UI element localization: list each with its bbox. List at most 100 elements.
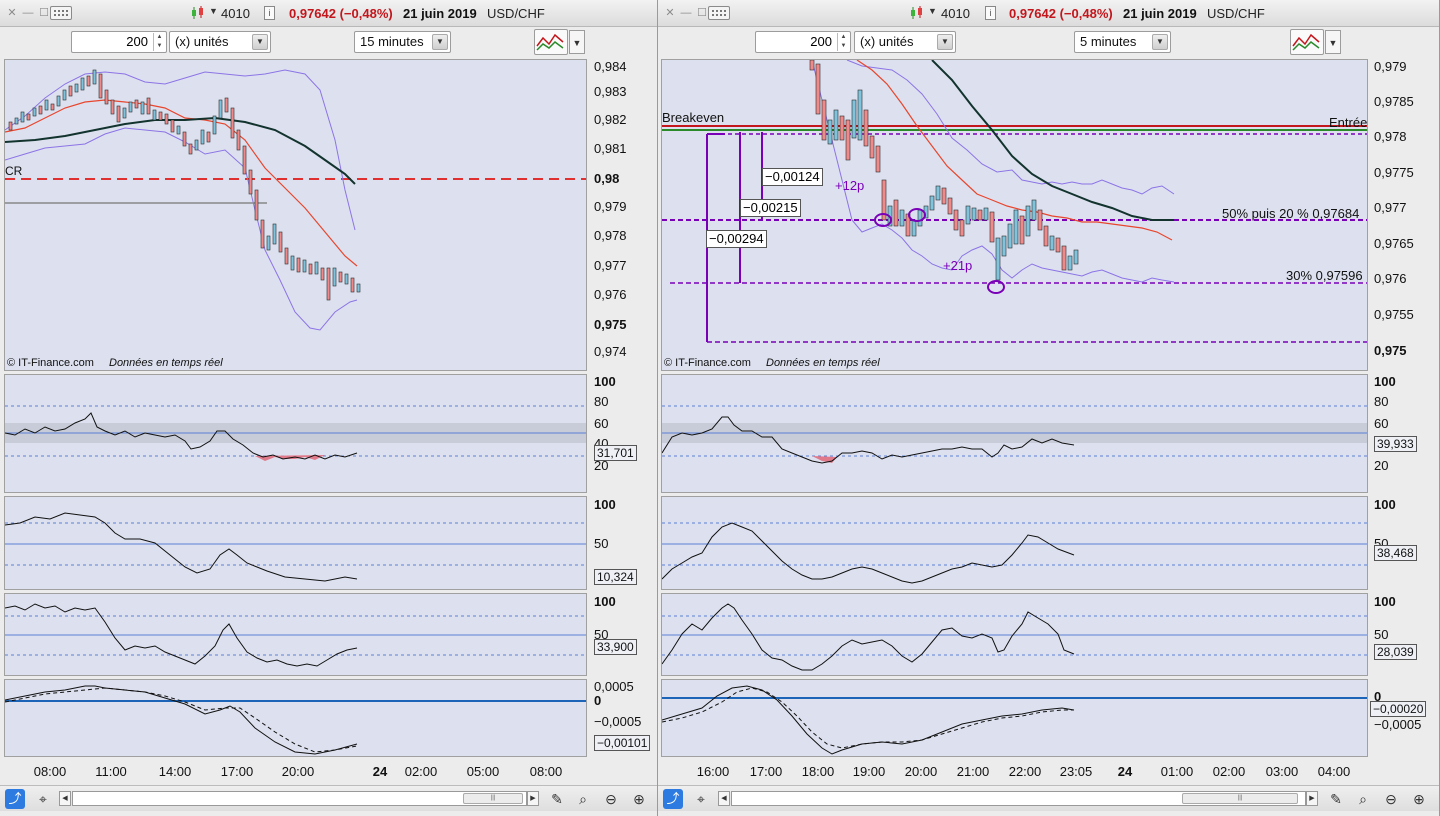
info-icon[interactable]: i — [985, 6, 996, 20]
draw-tool-icon[interactable]: ✎ — [548, 790, 566, 808]
candlestick-icon[interactable] — [909, 5, 925, 21]
scroll-right-button[interactable]: ▶ — [1306, 791, 1318, 806]
time-tick: 17:00 — [220, 764, 254, 779]
stepper-icon[interactable]: ▲ ▼ — [153, 33, 165, 51]
draw-tool-icon[interactable]: ✎ — [1327, 790, 1345, 808]
time-tick: 19:00 — [852, 764, 886, 779]
chevron-down-icon[interactable]: ▼ — [209, 6, 218, 16]
label-entree: Entrée — [1329, 115, 1368, 130]
window-titlebar[interactable]: ✕ — ☐ ▼ 4010 i 0,97642 (−0,48%) 21 juin … — [658, 0, 1439, 27]
indicator-value: 39,933 — [1374, 436, 1417, 452]
zoom-in-icon[interactable]: ⊕ — [1410, 790, 1428, 808]
indicator-value: −0,00101 — [594, 735, 651, 751]
zoom-in-icon[interactable]: ⊕ — [630, 790, 648, 808]
indicator-value: 33,900 — [594, 639, 637, 655]
price-tick: 0,976 — [1374, 271, 1407, 286]
chevron-down-icon[interactable]: ▼ — [937, 34, 953, 50]
count-input[interactable]: 200 ▲ ▼ — [71, 31, 167, 53]
chevron-down-icon[interactable]: ▼ — [569, 30, 585, 54]
maximize-icon[interactable]: ☐ — [38, 7, 50, 19]
indicator-panel-2[interactable] — [661, 496, 1368, 590]
stepper-icon[interactable]: ▲ ▼ — [837, 33, 849, 51]
price-change: 0,97642 (−0,48%) — [289, 6, 393, 21]
indicator-chart-4 — [661, 685, 1367, 755]
cursor-tool-icon[interactable]: ⌖ — [34, 790, 52, 808]
share-icon[interactable]: ⤴ — [5, 789, 25, 809]
indicator-tick: 20 — [1374, 458, 1389, 473]
indicators-button[interactable]: ▼ — [1290, 29, 1341, 55]
indicator-panel-1[interactable] — [661, 374, 1368, 493]
indicator-value: 28,039 — [1374, 644, 1417, 660]
zoom-out-icon[interactable]: ⊖ — [1382, 790, 1400, 808]
copyright-brand: © IT-Finance.com — [664, 357, 751, 369]
chevron-down-icon[interactable]: ▼ — [1152, 34, 1168, 50]
info-icon[interactable]: i — [264, 6, 275, 20]
candlestick-icon[interactable] — [190, 5, 206, 21]
units-value: (x) unités — [860, 34, 914, 49]
share-icon[interactable]: ⤴ — [663, 789, 683, 809]
chart-window-right: ✕ — ☐ ▼ 4010 i 0,97642 (−0,48%) 21 juin … — [658, 0, 1440, 816]
scroll-left-button[interactable]: ◀ — [718, 791, 730, 806]
scrollbar-thumb[interactable]: ||| — [1182, 793, 1298, 804]
chevron-down-icon[interactable]: ▼ — [432, 34, 448, 50]
indicator-chart-2 — [661, 522, 1367, 584]
minimize-icon[interactable]: — — [680, 7, 692, 19]
cursor-tool-icon[interactable]: ⌖ — [692, 790, 710, 808]
scrollbar-track[interactable]: ||| — [731, 791, 1306, 806]
zoom-fit-icon[interactable]: ⌕ — [1354, 790, 1372, 808]
time-tick: 22:00 — [1008, 764, 1042, 779]
zoom-fit-icon[interactable]: ⌕ — [574, 790, 592, 808]
price-tick: 0,983 — [594, 84, 627, 99]
price-tick: 0,982 — [594, 112, 627, 127]
maximize-icon[interactable]: ☐ — [696, 7, 708, 19]
scrollbar-thumb[interactable]: ||| — [463, 793, 523, 804]
indicator-tick: 50 — [1374, 627, 1389, 642]
chevron-down-icon[interactable]: ▼ — [928, 6, 937, 16]
date-label: 21 juin 2019 — [403, 6, 477, 21]
count-input[interactable]: 200 ▲ ▼ — [755, 31, 851, 53]
indicator-tick: 0 — [594, 693, 602, 708]
indicator-tick: 100 — [1374, 374, 1396, 389]
indicator-panel-3[interactable] — [4, 593, 587, 676]
bottom-toolbar: ⤴ ⌖ ◀ ||| ▶ ✎ ⌕ ⊖ ⊕ — [658, 785, 1439, 811]
timeframe-select[interactable]: 5 minutes ▼ — [1074, 31, 1171, 53]
units-select[interactable]: (x) unités ▼ — [854, 31, 956, 53]
price-tick: 0,978 — [1374, 129, 1407, 144]
time-tick: 03:00 — [1265, 764, 1299, 779]
time-tick: 02:00 — [1212, 764, 1246, 779]
chevron-down-icon[interactable]: ▼ — [1325, 30, 1341, 54]
indicators-button[interactable]: ▼ — [534, 29, 585, 55]
price-tick: 0,98 — [594, 171, 620, 186]
scrollbar-track[interactable]: ||| — [72, 791, 527, 806]
close-icon[interactable]: ✕ — [6, 7, 18, 19]
indicator-axis-1: 100 80 60 40 20 31,701 — [588, 374, 654, 493]
price-tick: 0,9775 — [1374, 165, 1414, 180]
time-tick: 08:00 — [33, 764, 67, 779]
indicator-panel-4[interactable] — [661, 679, 1368, 757]
timeframe-select[interactable]: 15 minutes ▼ — [354, 31, 451, 53]
indicator-panel-3[interactable] — [661, 593, 1368, 676]
window-titlebar[interactable]: ✕ — ☐ ▼ 4010 i 0,97642 (−0,48%) 21 juin … — [0, 0, 657, 27]
copyright-brand: © IT-Finance.com — [7, 357, 94, 369]
count-value: 200 — [810, 34, 832, 49]
ma-dark — [931, 60, 1174, 221]
minimize-icon[interactable]: — — [22, 7, 34, 19]
zoom-out-icon[interactable]: ⊖ — [602, 790, 620, 808]
ticker-code: 4010 — [941, 6, 970, 21]
indicator-panel-4[interactable] — [4, 679, 587, 757]
keyboard-icon[interactable] — [50, 6, 72, 20]
price-panel[interactable]: Breakeven Entrée 50% puis 20 % 0,97684 3… — [661, 59, 1368, 371]
price-panel[interactable]: CR © IT-Finance.com Données en temps rée… — [4, 59, 587, 371]
units-select[interactable]: (x) unités ▼ — [169, 31, 271, 53]
scroll-left-button[interactable]: ◀ — [59, 791, 71, 806]
close-icon[interactable]: ✕ — [664, 7, 676, 19]
indicator-panel-1[interactable] — [4, 374, 587, 493]
indicator-tick: 100 — [1374, 497, 1396, 512]
time-axis: 08:00 11:00 14:00 17:00 20:00 24 02:00 0… — [4, 764, 587, 782]
indicator-panel-2[interactable] — [4, 496, 587, 590]
keyboard-icon[interactable] — [708, 6, 730, 20]
label-level-30: 30% 0,97596 — [1286, 268, 1363, 283]
scroll-right-button[interactable]: ▶ — [527, 791, 539, 806]
chevron-down-icon[interactable]: ▼ — [252, 34, 268, 50]
label-level-50-20: 50% puis 20 % 0,97684 — [1222, 206, 1360, 221]
